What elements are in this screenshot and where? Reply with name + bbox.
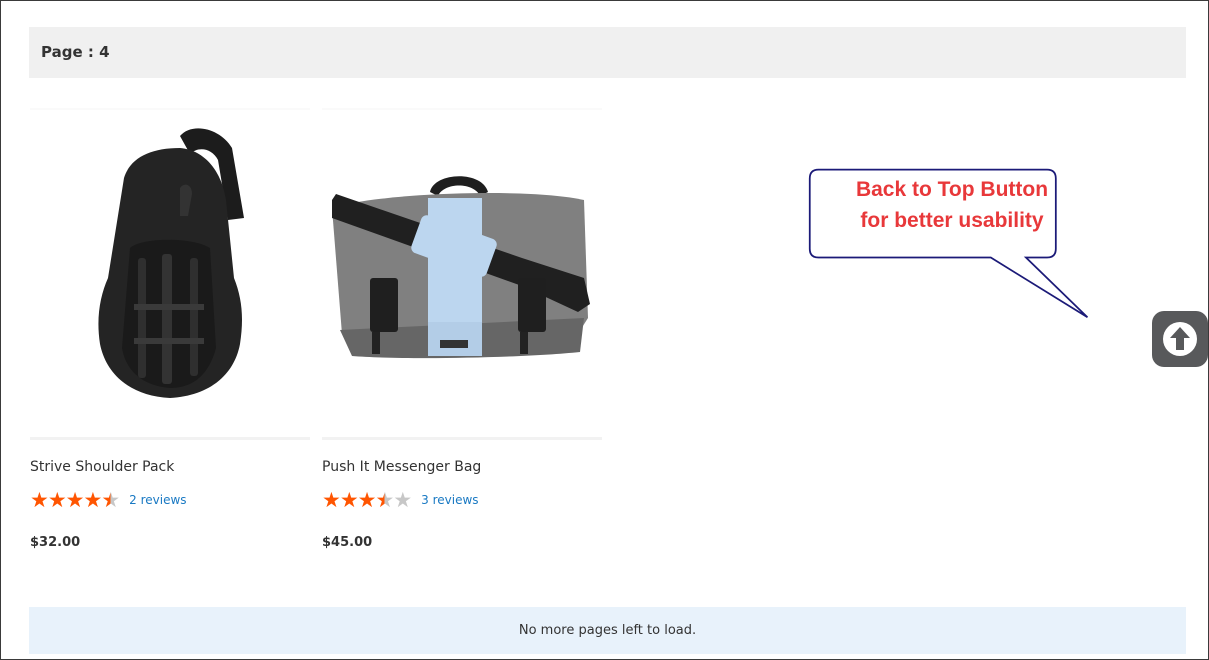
star-full-icon: ★ bbox=[30, 488, 49, 512]
product-item-strive-shoulder-pack: Strive Shoulder Pack ★ ★ ★ ★ ★ 2 reviews… bbox=[30, 108, 310, 550]
page-indicator-label: Page : 4 bbox=[41, 43, 110, 61]
star-full-icon: ★ bbox=[47, 488, 67, 512]
reviews-link[interactable]: 3 reviews bbox=[421, 493, 478, 507]
sling-backpack-icon bbox=[98, 128, 244, 398]
product-name[interactable]: Push It Messenger Bag bbox=[322, 459, 481, 475]
callout-text: Back to Top Button for better usability bbox=[817, 174, 1087, 236]
rating-stars: ★ ★ ★ ★ ★ bbox=[322, 488, 413, 512]
end-of-list-message-bar: No more pages left to load. bbox=[29, 607, 1186, 654]
callout-line-2: for better usability bbox=[860, 209, 1044, 232]
star-half-icon: ★ bbox=[101, 488, 121, 512]
star-half-icon: ★ bbox=[375, 488, 395, 512]
end-of-list-message: No more pages left to load. bbox=[518, 623, 697, 638]
product-name[interactable]: Strive Shoulder Pack bbox=[30, 459, 174, 475]
star-full-icon: ★ bbox=[339, 488, 359, 512]
product-image[interactable] bbox=[322, 108, 602, 440]
page-indicator-bar: Page : 4 bbox=[29, 27, 1186, 78]
reviews-link[interactable]: 2 reviews bbox=[129, 493, 186, 507]
rating-stars: ★ ★ ★ ★ ★ bbox=[30, 488, 121, 512]
callout-line-1: Back to Top Button bbox=[855, 178, 1049, 201]
star-full-icon: ★ bbox=[65, 488, 85, 512]
product-rating: ★ ★ ★ ★ ★ 3 reviews bbox=[322, 489, 479, 511]
product-price: $32.00 bbox=[30, 535, 81, 550]
star-full-icon: ★ bbox=[83, 488, 103, 512]
star-full-icon: ★ bbox=[357, 488, 377, 512]
product-rating: ★ ★ ★ ★ ★ 2 reviews bbox=[30, 489, 187, 511]
back-to-top-button[interactable] bbox=[1152, 311, 1208, 367]
star-empty-icon: ★ bbox=[393, 488, 413, 512]
product-price: $45.00 bbox=[322, 535, 373, 550]
product-image[interactable] bbox=[30, 108, 310, 440]
arrow-up-icon bbox=[1163, 322, 1197, 356]
product-item-push-it-messenger-bag: Push It Messenger Bag ★ ★ ★ ★ ★ 3 review… bbox=[322, 108, 602, 550]
messenger-bag-icon bbox=[332, 176, 590, 359]
star-full-icon: ★ bbox=[322, 488, 341, 512]
